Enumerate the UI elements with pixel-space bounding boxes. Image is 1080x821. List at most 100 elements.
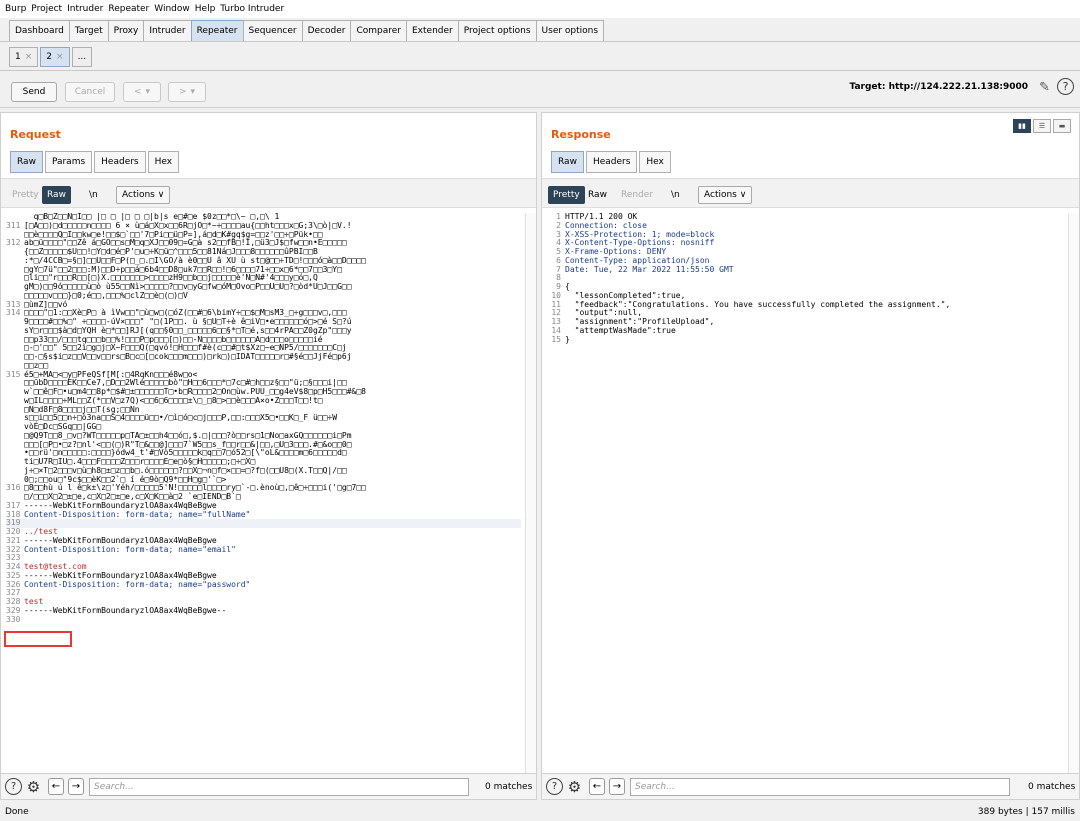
- line-number: [6, 458, 20, 467]
- next-match-button[interactable]: →: [68, 778, 84, 795]
- repeater-tab-new[interactable]: ...: [71, 47, 93, 67]
- code-line: □□-□§s$i□z□□V□□v□□rs□B□c□[□cok□□□m□□□)□r…: [6, 352, 521, 362]
- response-search-bar: ? ⚙ ← → Search... 0 matches: [542, 773, 1079, 799]
- line-text: ------WebKitFormBoundaryzlOA8ax4WqBeBgwe…: [24, 605, 227, 615]
- code-line: 329 ------WebKitFormBoundaryzlOA8ax4WqBeB…: [6, 605, 521, 616]
- request-tab-params[interactable]: Params: [44, 151, 93, 173]
- repeater-tab-2[interactable]: 2 ×: [40, 47, 70, 67]
- request-tab-hex[interactable]: Hex: [147, 151, 180, 173]
- request-scrollbar[interactable]: [525, 213, 536, 773]
- tab-extender[interactable]: Extender: [406, 20, 459, 41]
- line-text: }: [565, 334, 570, 344]
- tab-sequencer[interactable]: Sequencer: [242, 20, 303, 41]
- request-search-bar: ? ⚙ ← → Search... 0 matches: [1, 773, 536, 799]
- gear-icon[interactable]: ⚙: [25, 778, 42, 796]
- help-icon[interactable]: ?: [5, 778, 22, 795]
- menu-turbo-intruder[interactable]: Turbo Intruder: [220, 4, 284, 14]
- raw-button[interactable]: Raw: [583, 186, 612, 204]
- line-number: [6, 283, 20, 292]
- code-line: 322 Content-Disposition: form-data; name=…: [6, 545, 521, 555]
- line-text: Date: Tue, 22 Mar 2022 11:55:50 GMT: [565, 264, 734, 274]
- cancel-button[interactable]: Cancel: [65, 82, 115, 102]
- menu-help[interactable]: Help: [195, 4, 216, 14]
- actions-menu-button[interactable]: Actions ∨: [698, 186, 753, 204]
- status-bar: Done 389 bytes | 157 millis: [0, 803, 1080, 821]
- actions-menu-button[interactable]: Actions ∨: [116, 186, 171, 204]
- tab-repeater[interactable]: Repeater: [190, 20, 244, 41]
- close-icon[interactable]: ×: [25, 52, 33, 62]
- newline-toggle[interactable]: \n: [666, 186, 685, 204]
- menu-repeater[interactable]: Repeater: [108, 4, 149, 14]
- response-tab-headers[interactable]: Headers: [585, 151, 638, 173]
- request-tab-raw[interactable]: Raw: [10, 151, 43, 173]
- line-number: [6, 318, 20, 327]
- response-editor[interactable]: 1 HTTP/1.1 200 OK 2 Connection: close 3 X-XSS…: [547, 213, 1062, 773]
- line-number: [6, 257, 20, 266]
- code-line: 14 "attemptWasMade":true: [547, 326, 1062, 336]
- tab-project-options[interactable]: Project options: [457, 20, 537, 41]
- send-button[interactable]: Send: [11, 82, 57, 102]
- menu-project[interactable]: Project: [31, 4, 62, 14]
- line-number: 316: [6, 483, 21, 493]
- match-count: 0 matches: [1028, 782, 1076, 792]
- response-tab-hex[interactable]: Hex: [639, 151, 671, 173]
- close-icon[interactable]: ×: [56, 52, 64, 62]
- line-text: Content-Disposition: form-data; name="fu…: [24, 509, 251, 519]
- pencil-icon[interactable]: ✎: [1039, 80, 1050, 95]
- search-input[interactable]: Search...: [89, 778, 469, 796]
- menu-window[interactable]: Window: [154, 4, 190, 14]
- code-line: 318 Content-Disposition: form-data; name=…: [6, 509, 521, 520]
- search-input[interactable]: Search...: [630, 778, 1010, 796]
- chevron-down-icon: ▾: [145, 87, 151, 97]
- help-icon[interactable]: ?: [1057, 78, 1074, 95]
- help-icon[interactable]: ?: [546, 778, 563, 795]
- repeater-tab-1[interactable]: 1 ×: [9, 47, 39, 67]
- tab-user-options[interactable]: User options: [535, 20, 605, 41]
- line-text: □□-□§s$i□z□□V□□v□□rs□B□c□[□cok□□□m□□□)□r…: [24, 352, 352, 361]
- menu-burp[interactable]: Burp: [5, 4, 26, 14]
- line-number: [6, 353, 20, 362]
- previous-match-button[interactable]: ←: [48, 778, 64, 795]
- tab-dashboard[interactable]: Dashboard: [9, 20, 70, 41]
- tab-target[interactable]: Target: [68, 20, 109, 41]
- code-line: 319: [6, 518, 521, 528]
- repeater-tab-2-label: 2: [46, 52, 53, 62]
- line-number: [6, 432, 20, 441]
- line-number: [6, 467, 20, 476]
- request-editor[interactable]: q□B□Z□□N□I□□ |□ □ |□ □ □|b|s e□#□e $0z□□…: [6, 213, 521, 773]
- pretty-button[interactable]: Pretty: [548, 186, 585, 204]
- line-number: [6, 248, 20, 257]
- main-tab-bar: Dashboard Target Proxy Intruder Repeater…: [0, 20, 1080, 42]
- forward-button[interactable]: > ▾: [168, 82, 206, 102]
- line-number: [6, 266, 20, 275]
- tab-intruder[interactable]: Intruder: [143, 20, 192, 41]
- split-vertical-icon[interactable]: ☰: [1033, 119, 1051, 133]
- tabs-layout-icon[interactable]: ▬: [1053, 119, 1071, 133]
- response-scrollbar[interactable]: [1068, 213, 1079, 773]
- code-line: □□□□□v□□□}□0;é□□,□□□%□clZ□□è□(□)□V: [6, 291, 521, 301]
- split-horizontal-icon[interactable]: ▮▮: [1013, 119, 1031, 133]
- request-panel: Request Raw Params Headers Hex Pretty Ra…: [0, 112, 537, 800]
- tab-proxy[interactable]: Proxy: [107, 20, 145, 41]
- code-line: 330: [6, 615, 521, 625]
- tab-comparer[interactable]: Comparer: [350, 20, 407, 41]
- back-button[interactable]: < ▾: [123, 82, 161, 102]
- raw-button[interactable]: Raw: [42, 186, 71, 204]
- repeater-toolbar: Send Cancel < ▾ > ▾ Target: http://124.222…: [0, 76, 1080, 108]
- request-title: Request: [10, 128, 61, 141]
- gear-icon[interactable]: ⚙: [566, 778, 583, 796]
- line-number: [6, 406, 20, 415]
- previous-match-button[interactable]: ←: [589, 778, 605, 795]
- next-match-button[interactable]: →: [609, 778, 625, 795]
- response-panel: Response ▮▮ ☰ ▬ Raw Headers Hex Pretty R…: [541, 112, 1080, 800]
- menu-intruder[interactable]: Intruder: [67, 4, 103, 14]
- line-number: [6, 414, 20, 423]
- response-title: Response: [551, 128, 611, 141]
- response-tab-raw[interactable]: Raw: [551, 151, 584, 173]
- line-number: [6, 379, 20, 388]
- render-button[interactable]: Render: [616, 186, 658, 204]
- newline-toggle[interactable]: \n: [84, 186, 103, 204]
- pretty-button[interactable]: Pretty: [7, 186, 44, 204]
- request-tab-headers[interactable]: Headers: [94, 151, 146, 173]
- tab-decoder[interactable]: Decoder: [301, 20, 352, 41]
